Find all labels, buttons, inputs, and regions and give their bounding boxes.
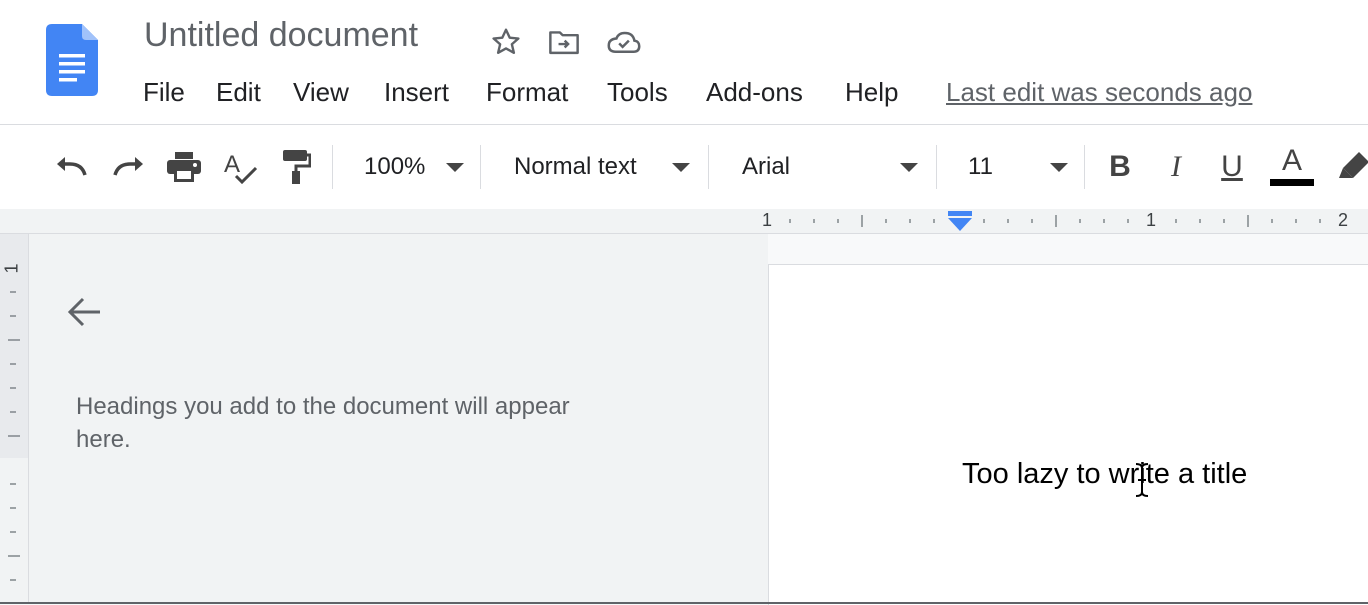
ruler-ticks xyxy=(789,211,1321,231)
paint-format-icon[interactable] xyxy=(276,147,316,187)
last-edit-link[interactable]: Last edit was seconds ago xyxy=(946,74,1252,110)
cloud-saved-icon[interactable] xyxy=(606,24,642,60)
menu-tools[interactable]: Tools xyxy=(607,74,668,110)
docs-logo-icon[interactable] xyxy=(46,24,98,96)
toolbar-divider xyxy=(708,145,709,189)
italic-button[interactable]: I xyxy=(1156,147,1196,187)
zoom-dropdown-icon[interactable] xyxy=(446,163,464,172)
toolbar-divider xyxy=(480,145,481,189)
star-icon[interactable] xyxy=(488,24,524,60)
vertical-ruler[interactable]: 1 xyxy=(0,234,29,604)
menu-insert[interactable]: Insert xyxy=(384,74,449,110)
horizontal-ruler[interactable]: 1 1 2 xyxy=(0,209,1368,234)
menu-edit[interactable]: Edit xyxy=(216,74,261,110)
text-color-button[interactable]: A xyxy=(1270,144,1314,187)
redo-icon[interactable] xyxy=(108,147,148,187)
zoom-select[interactable]: 100% xyxy=(364,147,425,187)
menu-format[interactable]: Format xyxy=(486,74,568,110)
undo-icon[interactable] xyxy=(52,147,92,187)
font-select[interactable]: Arial xyxy=(742,147,790,187)
svg-text:A: A xyxy=(224,151,240,178)
left-indent-marker[interactable] xyxy=(948,218,972,231)
text-cursor-icon xyxy=(1135,463,1149,497)
document-body-text[interactable]: Too lazy to write a title xyxy=(962,458,1247,491)
outline-empty-message: Headings you add to the document will ap… xyxy=(76,393,570,453)
document-page[interactable] xyxy=(768,264,1368,605)
vertical-ruler-ticks xyxy=(8,291,20,581)
ruler-label: 1 xyxy=(1146,210,1157,230)
spellcheck-icon[interactable]: A xyxy=(220,147,260,187)
font-size-dropdown-icon[interactable] xyxy=(1050,163,1068,172)
print-icon[interactable] xyxy=(164,147,204,187)
style-select[interactable]: Normal text xyxy=(514,147,637,187)
toolbar-divider xyxy=(332,145,333,189)
first-line-indent-marker[interactable] xyxy=(948,211,972,216)
menu-help[interactable]: Help xyxy=(845,74,898,110)
toolbar-divider xyxy=(1084,145,1085,189)
app-header: Untitled document File Edit View Insert … xyxy=(0,0,1368,125)
toolbar-divider xyxy=(936,145,937,189)
back-arrow-icon[interactable] xyxy=(62,290,106,334)
menu-addons[interactable]: Add-ons xyxy=(706,74,803,110)
font-size-select[interactable]: 11 xyxy=(968,147,993,187)
ruler-label: 1 xyxy=(762,210,773,230)
ruler-label: 2 xyxy=(1338,210,1349,230)
text-color-swatch xyxy=(1270,179,1314,186)
document-title[interactable]: Untitled document xyxy=(144,16,418,55)
menu-file[interactable]: File xyxy=(143,74,185,110)
underline-button[interactable]: U xyxy=(1212,147,1252,187)
menu-view[interactable]: View xyxy=(293,74,349,110)
highlighter-icon[interactable] xyxy=(1334,147,1368,187)
style-dropdown-icon[interactable] xyxy=(672,163,690,172)
bold-button[interactable]: B xyxy=(1100,147,1140,187)
move-to-folder-icon[interactable] xyxy=(546,24,582,60)
font-dropdown-icon[interactable] xyxy=(900,163,918,172)
toolbar: A 100% Normal text Arial 11 B I U A xyxy=(0,125,1368,210)
text-color-label: A xyxy=(1281,144,1302,177)
